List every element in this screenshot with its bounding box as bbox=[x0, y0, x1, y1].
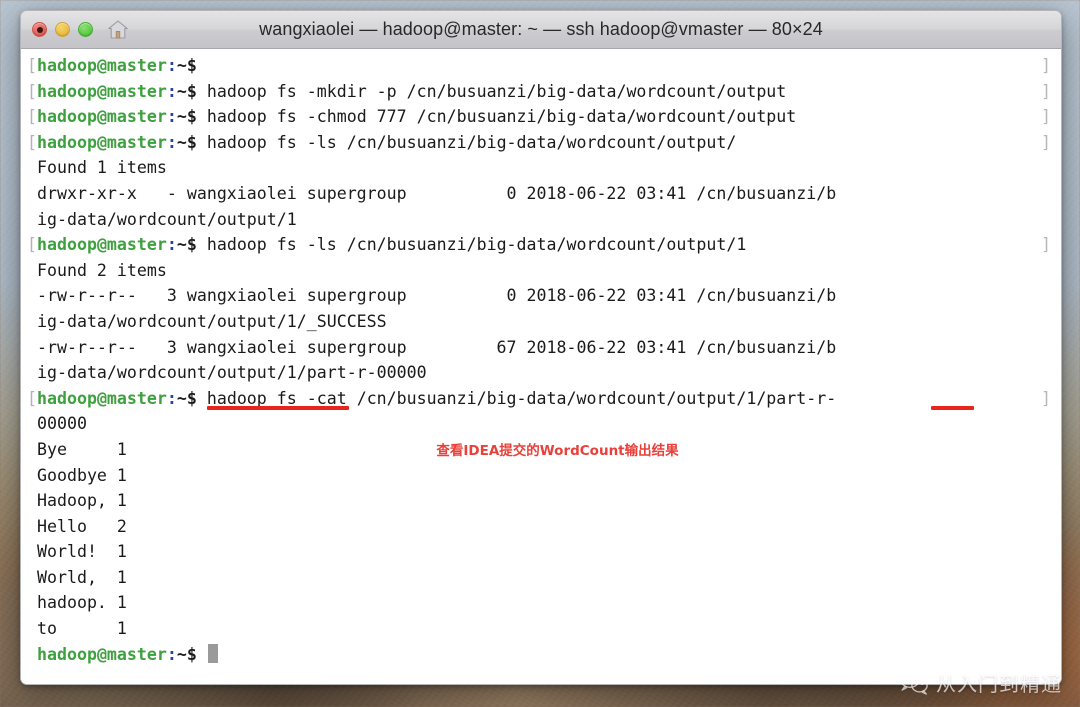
prompt-colon: : bbox=[166, 107, 177, 127]
terminal-output-line: 00000 bbox=[27, 411, 1061, 437]
terminal-output-line: Goodbye 1 bbox=[27, 463, 1061, 489]
prompt-path: ~$ bbox=[176, 132, 197, 152]
underline-cat-command bbox=[206, 406, 349, 411]
prompt-open-bracket: [ bbox=[27, 235, 37, 255]
prompt-colon: : bbox=[166, 81, 177, 101]
prompt-wrap-bracket: ] bbox=[1041, 235, 1051, 255]
prompt-command: hadoop fs -chmod 777 /cn/busuanzi/big-da… bbox=[196, 107, 797, 127]
output-text: Hadoop, 1 bbox=[27, 491, 127, 511]
output-text: ig-data/wordcount/output/1/_SUCCESS bbox=[27, 311, 387, 331]
terminal-screen[interactable]: [hadoop@master:~$] [hadoop@master:~$ hado… bbox=[21, 53, 1061, 667]
prompt-command: hadoop fs -ls /cn/busuanzi/big-data/word… bbox=[196, 235, 747, 255]
prompt-colon: : bbox=[166, 388, 177, 408]
underline-part-r-prefix bbox=[930, 406, 974, 411]
prompt-colon: : bbox=[166, 235, 177, 255]
prompt-open-bracket: [ bbox=[27, 81, 37, 101]
minimize-button[interactable] bbox=[55, 22, 70, 37]
output-text: to 1 bbox=[27, 619, 127, 639]
window-titlebar[interactable]: wangxiaolei — hadoop@master: ~ — ssh had… bbox=[21, 11, 1061, 49]
terminal-prompt-line: [hadoop@master:~$] bbox=[27, 53, 1061, 79]
output-text: Found 2 items bbox=[27, 260, 167, 280]
output-text: hadoop. 1 bbox=[27, 593, 127, 613]
terminal-output-line: to 1 bbox=[27, 616, 1061, 642]
prompt-user-host: hadoop@master bbox=[37, 56, 167, 75]
terminal-output-line: drwxr-xr-x - wangxiaolei supergroup 0 20… bbox=[27, 181, 1061, 207]
prompt-command: hadoop fs -mkdir -p /cn/busuanzi/big-dat… bbox=[196, 81, 787, 101]
prompt-path: ~$ bbox=[176, 107, 197, 127]
traffic-light-buttons bbox=[32, 22, 93, 37]
prompt-user-host: hadoop@master bbox=[37, 107, 167, 127]
prompt-wrap-bracket: ] bbox=[1041, 56, 1051, 75]
prompt-path: ~$ bbox=[176, 81, 197, 101]
terminal-output-line: World, 1 bbox=[27, 565, 1061, 591]
prompt-colon: : bbox=[166, 56, 177, 75]
output-text: ig-data/wordcount/output/1 bbox=[27, 209, 297, 229]
terminal-prompt-line: [hadoop@master:~$ hadoop fs -cat /cn/bus… bbox=[27, 386, 1061, 412]
terminal-output-line: Hadoop, 1 bbox=[27, 488, 1061, 514]
terminal-prompt-line: [hadoop@master:~$ hadoop fs -ls /cn/busu… bbox=[27, 130, 1061, 156]
prompt-open-bracket: [ bbox=[27, 107, 37, 127]
prompt-wrap-bracket: ] bbox=[1041, 81, 1051, 101]
output-text: -rw-r--r-- 3 wangxiaolei supergroup 0 20… bbox=[27, 286, 837, 306]
prompt-command: hadoop fs -cat /cn/busuanzi/big-data/wor… bbox=[196, 388, 837, 408]
output-text: Found 1 items bbox=[27, 158, 167, 178]
prompt-open-bracket: [ bbox=[27, 56, 37, 75]
prompt-colon: : bbox=[166, 132, 177, 152]
prompt-path: ~$ bbox=[176, 235, 197, 255]
zoom-button[interactable] bbox=[78, 22, 93, 37]
prompt-wrap-bracket: ] bbox=[1041, 388, 1051, 408]
prompt-open-bracket: [ bbox=[27, 132, 37, 152]
output-text: World, 1 bbox=[27, 567, 127, 587]
close-button[interactable] bbox=[32, 22, 47, 37]
terminal-output-line: Found 1 items bbox=[27, 155, 1061, 181]
output-text: 00000 bbox=[27, 414, 87, 434]
output-text: -rw-r--r-- 3 wangxiaolei supergroup 67 2… bbox=[27, 337, 837, 357]
output-text: World! 1 bbox=[27, 542, 127, 562]
prompt-open-bracket: [ bbox=[27, 388, 37, 408]
output-text: Hello 2 bbox=[27, 516, 127, 536]
prompt-colon: : bbox=[166, 644, 177, 664]
output-text: Bye 1 bbox=[27, 439, 127, 459]
terminal-window[interactable]: wangxiaolei — hadoop@master: ~ — ssh had… bbox=[20, 10, 1062, 685]
terminal-output-line: -rw-r--r-- 3 wangxiaolei supergroup 67 2… bbox=[27, 335, 1061, 361]
prompt-user-host: hadoop@master bbox=[37, 81, 167, 101]
prompt-indent bbox=[27, 645, 37, 664]
prompt-path: ~$ bbox=[176, 388, 197, 408]
terminal-prompt-line: hadoop@master:~$ bbox=[27, 642, 1061, 668]
prompt-wrap-bracket: ] bbox=[1041, 107, 1051, 127]
terminal-prompt-line: [hadoop@master:~$ hadoop fs -ls /cn/busu… bbox=[27, 232, 1061, 258]
terminal-output-line: Found 2 items bbox=[27, 258, 1061, 284]
prompt-user-host: hadoop@master bbox=[37, 644, 167, 664]
prompt-user-host: hadoop@master bbox=[37, 388, 167, 408]
terminal-cursor bbox=[207, 643, 218, 663]
terminal-output-line: ig-data/wordcount/output/1/part-r-00000 bbox=[27, 360, 1061, 386]
terminal-prompt-line: [hadoop@master:~$ hadoop fs -mkdir -p /c… bbox=[27, 79, 1061, 105]
terminal-output-line: ig-data/wordcount/output/1 bbox=[27, 207, 1061, 233]
annotation-note: 查看IDEA提交的WordCount输出结果 bbox=[436, 443, 679, 459]
window-title: wangxiaolei — hadoop@master: ~ — ssh had… bbox=[259, 19, 823, 39]
prompt-command bbox=[197, 645, 207, 664]
prompt-path: ~$ bbox=[176, 644, 197, 664]
terminal-output-line: World! 1 bbox=[27, 539, 1061, 565]
home-icon bbox=[108, 20, 128, 39]
output-text: ig-data/wordcount/output/1/part-r-00000 bbox=[27, 363, 427, 383]
prompt-user-host: hadoop@master bbox=[37, 132, 167, 152]
terminal-output-line: ig-data/wordcount/output/1/_SUCCESS bbox=[27, 309, 1061, 335]
output-text: Goodbye 1 bbox=[27, 465, 127, 485]
terminal-body[interactable]: [hadoop@master:~$] [hadoop@master:~$ hado… bbox=[21, 49, 1061, 684]
prompt-command: hadoop fs -ls /cn/busuanzi/big-data/word… bbox=[196, 132, 737, 152]
terminal-prompt-line: [hadoop@master:~$ hadoop fs -chmod 777 /… bbox=[27, 104, 1061, 130]
prompt-wrap-bracket: ] bbox=[1041, 132, 1051, 152]
prompt-user-host: hadoop@master bbox=[37, 235, 167, 255]
terminal-output-line: -rw-r--r-- 3 wangxiaolei supergroup 0 20… bbox=[27, 283, 1061, 309]
terminal-output-line: hadoop. 1 bbox=[27, 590, 1061, 616]
terminal-output-line: Hello 2 bbox=[27, 514, 1061, 540]
prompt-path: ~$ bbox=[176, 56, 197, 75]
output-text: drwxr-xr-x - wangxiaolei supergroup 0 20… bbox=[27, 183, 837, 203]
